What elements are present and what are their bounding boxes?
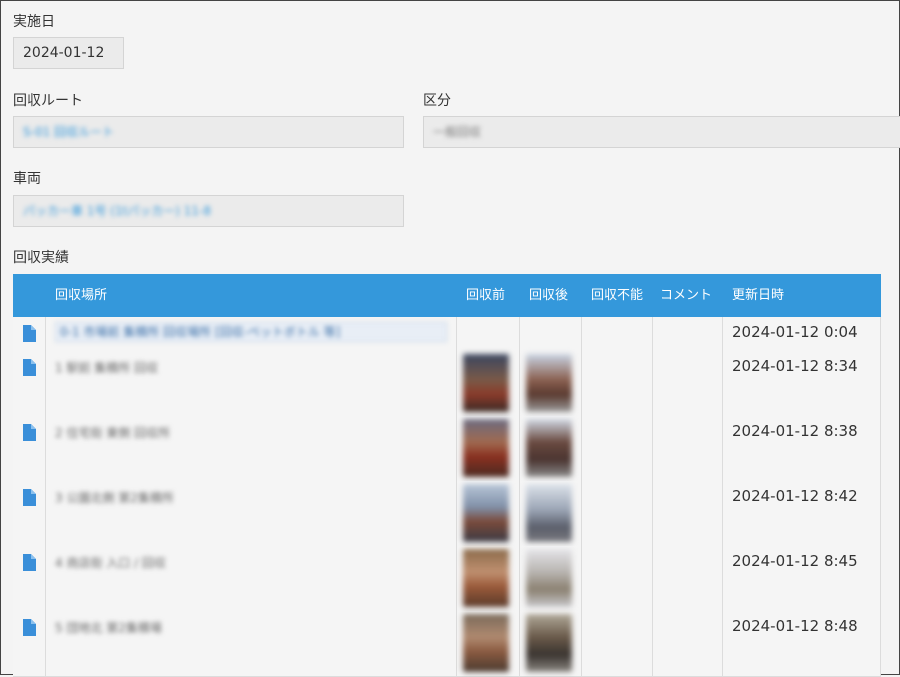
table-row[interactable]: 5 団地北 第2集積場 2024-01-12 8:48 (13, 611, 881, 677)
document-icon[interactable] (23, 619, 36, 636)
vehicle-field[interactable]: パッカー車 1号 (1tパッカー) 11-8 (13, 195, 404, 227)
results-table-header: 回収場所 回収前 回収後 回収不能 コメント 更新日時 (13, 274, 881, 317)
results-label: 回収実績 (13, 250, 69, 266)
category-field: 一般回収 (423, 116, 900, 148)
before-photo-thumbnail[interactable] (463, 484, 509, 542)
col-after: 回収後 (529, 288, 569, 303)
updated-datetime: 2024-01-12 8:45 (732, 552, 858, 570)
before-photo-thumbnail[interactable] (463, 614, 509, 672)
route-label: 回収ルート (13, 93, 83, 109)
table-row[interactable]: 1 駅前 集積所 回収 2024-01-12 8:34 (13, 351, 881, 417)
updated-datetime: 2024-01-12 8:34 (732, 357, 858, 375)
updated-datetime: 2024-01-12 0:04 (732, 323, 858, 341)
table-row[interactable]: 3 公園北側 第2集積所 2024-01-12 8:42 (13, 481, 881, 547)
location-link[interactable]: 0-1 市場前 集積所 回収場所 [回収-ペットボトル 等] (55, 322, 447, 342)
col-location: 回収場所 (55, 288, 108, 303)
updated-datetime: 2024-01-12 8:48 (732, 617, 858, 635)
table-row[interactable]: 0-1 市場前 集積所 回収場所 [回収-ペットボトル 等] 2024-01-1… (13, 317, 881, 352)
table-row[interactable]: 2 住宅街 東側 回収所 2024-01-12 8:38 (13, 416, 881, 482)
location-name[interactable]: 1 駅前 集積所 回収 (55, 359, 158, 376)
route-value[interactable]: S-01 回収ルート (23, 125, 114, 139)
document-icon[interactable] (23, 554, 36, 571)
document-icon[interactable] (23, 424, 36, 441)
after-photo-thumbnail[interactable] (526, 354, 572, 412)
after-photo-thumbnail[interactable] (526, 419, 572, 477)
location-name[interactable]: 4 商店街 入口 / 回収 (55, 554, 166, 571)
document-icon[interactable] (23, 325, 36, 342)
after-photo-thumbnail[interactable] (526, 614, 572, 672)
location-name[interactable]: 2 住宅街 東側 回収所 (55, 424, 170, 441)
before-photo-thumbnail[interactable] (463, 419, 509, 477)
after-photo-thumbnail[interactable] (526, 549, 572, 607)
updated-datetime: 2024-01-12 8:38 (732, 422, 858, 440)
before-photo-thumbnail[interactable] (463, 354, 509, 412)
document-icon[interactable] (23, 489, 36, 506)
location-name[interactable]: 5 団地北 第2集積場 (55, 619, 162, 636)
after-photo-thumbnail[interactable] (526, 484, 572, 542)
col-before: 回収前 (466, 288, 506, 303)
before-photo-thumbnail[interactable] (463, 549, 509, 607)
route-field[interactable]: S-01 回収ルート (13, 116, 404, 148)
document-icon[interactable] (23, 359, 36, 376)
col-impossible: 回収不能 (591, 288, 644, 303)
vehicle-value[interactable]: パッカー車 1号 (1tパッカー) 11-8 (23, 204, 211, 218)
updated-datetime: 2024-01-12 8:42 (732, 487, 858, 505)
category-value: 一般回収 (433, 125, 482, 139)
table-row[interactable]: 4 商店街 入口 / 回収 2024-01-12 8:45 (13, 546, 881, 612)
col-updated: 更新日時 (732, 288, 785, 303)
date-field[interactable]: 2024-01-12 (13, 37, 124, 69)
location-name[interactable]: 3 公園北側 第2集積所 (55, 489, 174, 506)
col-comment: コメント (660, 288, 713, 303)
category-label: 区分 (423, 93, 451, 109)
date-label: 実施日 (13, 14, 55, 30)
vehicle-label: 車両 (13, 171, 41, 187)
